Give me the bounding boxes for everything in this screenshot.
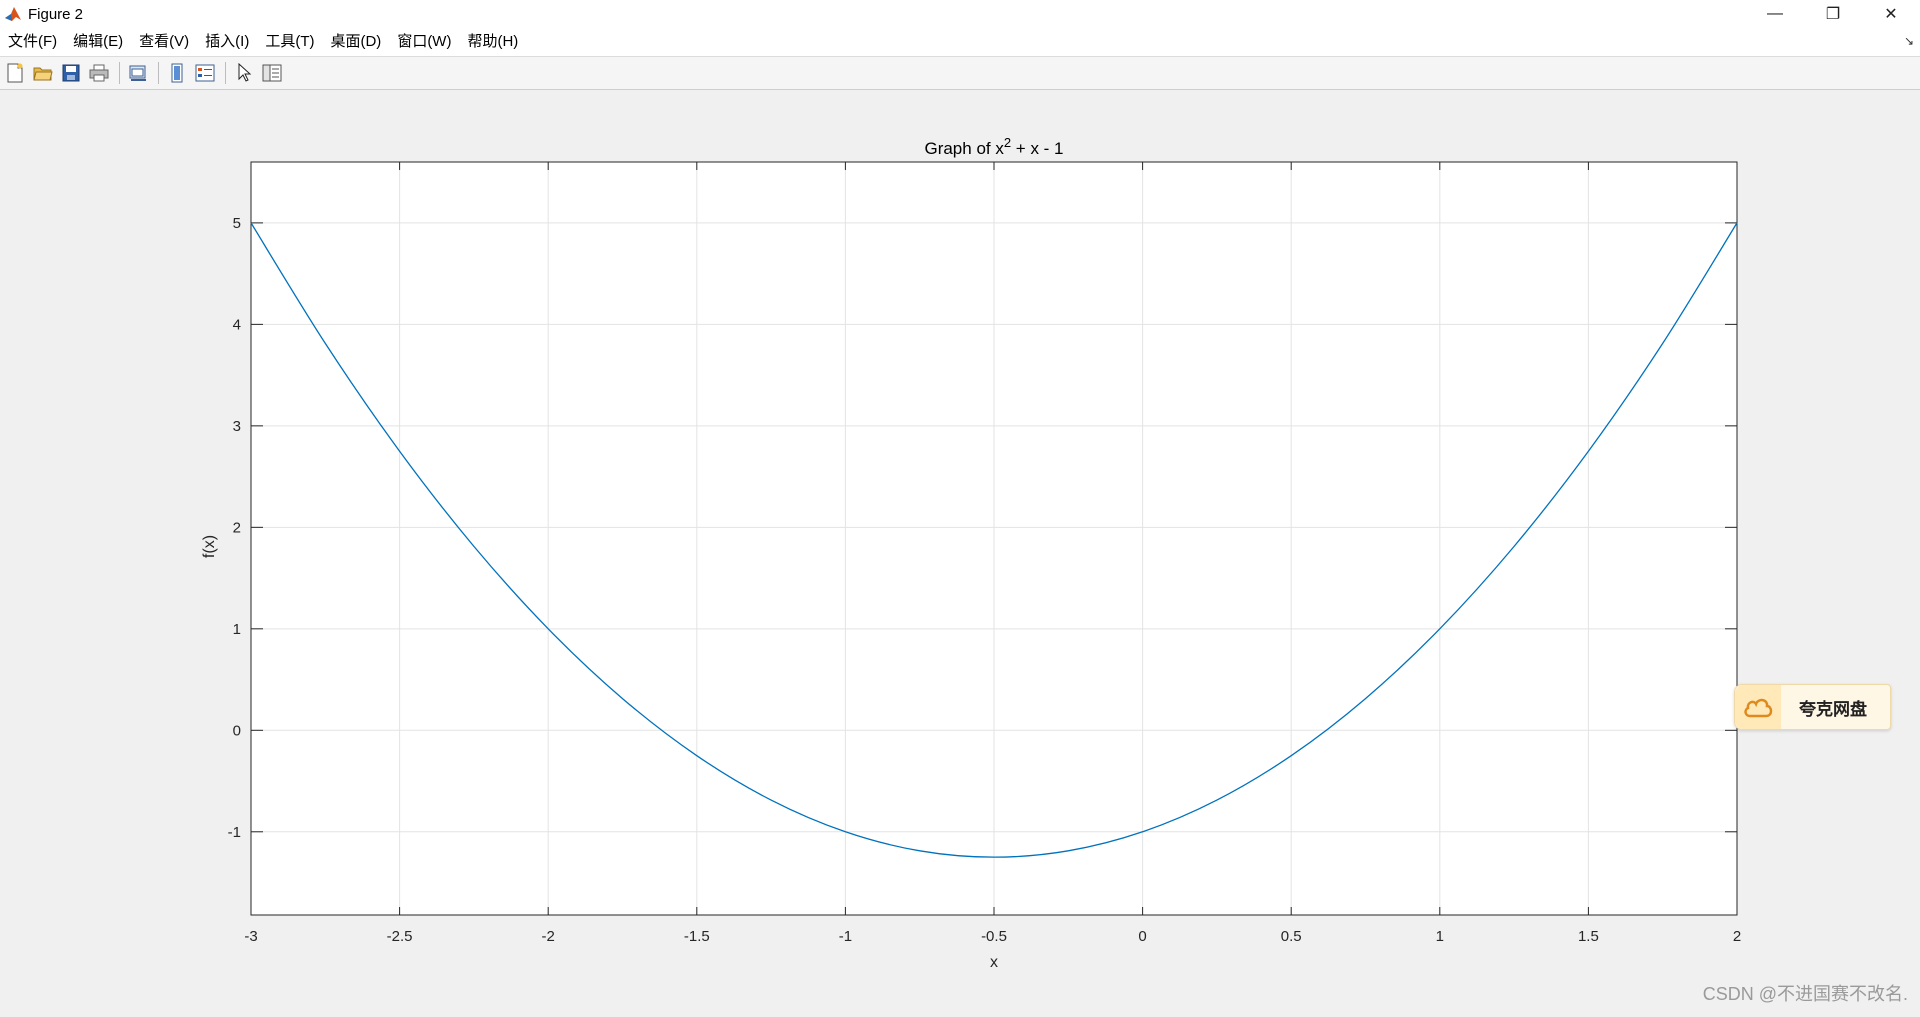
legend-button[interactable] xyxy=(192,60,218,86)
title-bar: Figure 2 — ❐ ✕ xyxy=(0,0,1920,28)
x-axis-label: x xyxy=(990,954,998,971)
menu-edit[interactable]: 编辑(E) xyxy=(65,28,131,56)
minimize-button[interactable]: — xyxy=(1746,0,1804,28)
window-title: Figure 2 xyxy=(28,5,84,23)
quark-cloud-widget[interactable]: 夸克网盘 xyxy=(1734,684,1891,730)
watermark: CSDN @不进国赛不改名. xyxy=(1702,984,1908,1004)
toolbar-separator xyxy=(225,62,226,84)
toolbar-separator xyxy=(158,62,159,84)
menu-insert[interactable]: 插入(I) xyxy=(197,28,257,56)
colorbar-button[interactable] xyxy=(164,60,190,86)
x-tick-label: -2 xyxy=(542,928,555,945)
quark-icon-wrap xyxy=(1735,685,1781,729)
y-tick-label: 4 xyxy=(233,316,241,333)
y-tick-label: -1 xyxy=(228,824,241,841)
toolbar-separator xyxy=(119,62,120,84)
print-button[interactable] xyxy=(86,60,112,86)
menu-window[interactable]: 窗口(W) xyxy=(389,28,459,56)
x-tick-label: 0 xyxy=(1138,928,1146,945)
menu-bar: 文件(F) 编辑(E) 查看(V) 插入(I) 工具(T) 桌面(D) 窗口(W… xyxy=(0,28,1920,57)
legend-icon xyxy=(195,64,215,82)
link-plot-icon xyxy=(129,65,146,81)
x-tick-label: -1 xyxy=(839,928,852,945)
dock-arrow-icon[interactable]: ↘ xyxy=(1904,34,1914,48)
title-main: Graph of x xyxy=(924,139,1004,158)
new-figure-icon xyxy=(7,63,23,83)
restore-button[interactable]: ❐ xyxy=(1804,0,1862,28)
title-rest: + x - 1 xyxy=(1011,139,1063,158)
y-tick-label: 5 xyxy=(233,215,241,232)
save-button[interactable] xyxy=(58,60,84,86)
menu-tools[interactable]: 工具(T) xyxy=(257,28,322,56)
close-button[interactable]: ✕ xyxy=(1862,0,1920,28)
x-tick-label: 0.5 xyxy=(1281,928,1302,945)
y-tick-label: 0 xyxy=(233,722,241,739)
open-file-button[interactable] xyxy=(30,60,56,86)
y-tick-label: 2 xyxy=(233,519,241,536)
x-tick-label: -3 xyxy=(244,928,257,945)
y-axis-label: f(x) xyxy=(201,535,218,558)
x-tick-label: -1.5 xyxy=(684,928,710,945)
line-chart[interactable]: -3 -2.5 -2 -1.5 -1 -0.5 0 0.5 1 1.5 2 -1 0 1 2 3 4 5 Grap… xyxy=(0,90,1920,1012)
new-figure-button[interactable] xyxy=(2,60,28,86)
chart-title: Graph of x2 + x - 1 xyxy=(924,135,1063,158)
menu-desktop[interactable]: 桌面(D) xyxy=(322,28,389,56)
x-tick-label: -0.5 xyxy=(981,928,1007,945)
property-inspector-icon xyxy=(262,64,282,82)
menu-view[interactable]: 查看(V) xyxy=(131,28,197,56)
quark-label: 夸克网盘 xyxy=(1799,699,1867,719)
property-inspector-button[interactable] xyxy=(259,60,285,86)
open-file-icon xyxy=(33,67,53,81)
save-icon xyxy=(62,64,80,82)
y-tick-label: 3 xyxy=(233,418,241,435)
toolbar xyxy=(0,57,1920,90)
colorbar-icon xyxy=(171,63,183,83)
x-tick-label: 1 xyxy=(1436,928,1444,945)
y-tick-label: 1 xyxy=(233,621,241,638)
matlab-icon xyxy=(4,5,22,23)
link-plot-button[interactable] xyxy=(125,60,151,86)
edit-plot-arrow-icon xyxy=(238,63,252,82)
menu-help[interactable]: 帮助(H) xyxy=(459,28,526,56)
print-icon xyxy=(89,64,109,82)
cloud-icon xyxy=(1744,698,1773,718)
window-controls: — ❐ ✕ xyxy=(1746,0,1920,28)
title-superscript: 2 xyxy=(1004,135,1011,150)
x-tick-label: -2.5 xyxy=(387,928,413,945)
x-tick-label: 2 xyxy=(1733,928,1741,945)
menu-file[interactable]: 文件(F) xyxy=(0,28,65,56)
x-tick-label: 1.5 xyxy=(1578,928,1599,945)
figure-canvas[interactable]: -3 -2.5 -2 -1.5 -1 -0.5 0 0.5 1 1.5 2 -1 0 1 2 3 4 5 Grap… xyxy=(0,90,1920,1012)
edit-plot-button[interactable] xyxy=(231,60,257,86)
